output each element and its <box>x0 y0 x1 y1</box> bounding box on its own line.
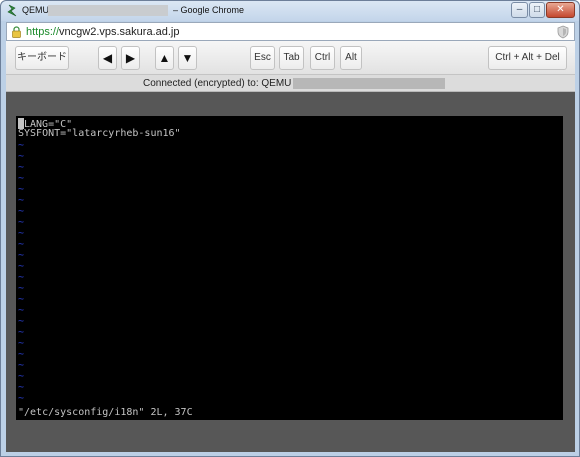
redacted-host <box>293 78 445 89</box>
page-content: キーボード ◀ ▶ ▲ ▼ Esc Tab Ctrl Alt Ctrl + Al… <box>6 41 575 452</box>
connection-status-bar: Connected (encrypted) to: QEMU <box>6 75 575 92</box>
title-bar: QEMU – Google Chrome ‒ □ ✕ <box>1 1 579 21</box>
vnc-screen[interactable]: LANG="C" SYSFONT="latarcyrheb-sun16" ~ ~… <box>16 116 563 420</box>
ctrl-alt-del-button[interactable]: Ctrl + Alt + Del <box>488 46 567 70</box>
tab-button[interactable]: Tab <box>279 46 304 70</box>
vim-status-line: "/etc/sysconfig/i18n" 2L, 37C <box>18 407 193 418</box>
ctrl-button[interactable]: Ctrl <box>310 46 335 70</box>
terminal-line-2: SYSFONT="latarcyrheb-sun16" <box>18 128 181 139</box>
browser-window: QEMU – Google Chrome ‒ □ ✕ https://vncgw… <box>0 0 580 457</box>
empty-line-markers: ~ ~ ~ ~ ~ ~ ~ ~ ~ ~ ~ ~ ~ ~ ~ ~ ~ ~ ~ ~ … <box>18 140 25 404</box>
esc-button[interactable]: Esc <box>250 46 275 70</box>
shield-icon[interactable] <box>557 25 569 39</box>
left-arrow-button[interactable]: ◀ <box>98 46 117 70</box>
alt-button[interactable]: Alt <box>340 46 362 70</box>
url-host: vncgw2.vps.sakura.ad.jp <box>59 26 180 38</box>
down-arrow-button[interactable]: ▼ <box>178 46 197 70</box>
url-scheme: https:// <box>26 26 60 38</box>
close-button[interactable]: ✕ <box>546 2 575 18</box>
lock-icon <box>12 26 21 38</box>
maximize-button[interactable]: □ <box>529 2 545 18</box>
url-text[interactable]: https://vncgw2.vps.sakura.ad.jp <box>26 26 179 38</box>
right-arrow-button[interactable]: ▶ <box>121 46 140 70</box>
redacted-title <box>48 5 168 16</box>
up-arrow-button[interactable]: ▲ <box>155 46 174 70</box>
minimize-button[interactable]: ‒ <box>511 2 528 18</box>
vnc-toolbar: キーボード ◀ ▶ ▲ ▼ Esc Tab Ctrl Alt Ctrl + Al… <box>6 41 575 75</box>
connection-status: Connected (encrypted) to: QEMU <box>143 78 292 89</box>
address-bar[interactable]: https://vncgw2.vps.sakura.ad.jp <box>6 22 575 41</box>
window-title: QEMU <box>22 5 49 15</box>
window-title-suffix: – Google Chrome <box>173 5 245 15</box>
keyboard-button[interactable]: キーボード <box>15 46 69 70</box>
app-icon <box>7 4 17 17</box>
